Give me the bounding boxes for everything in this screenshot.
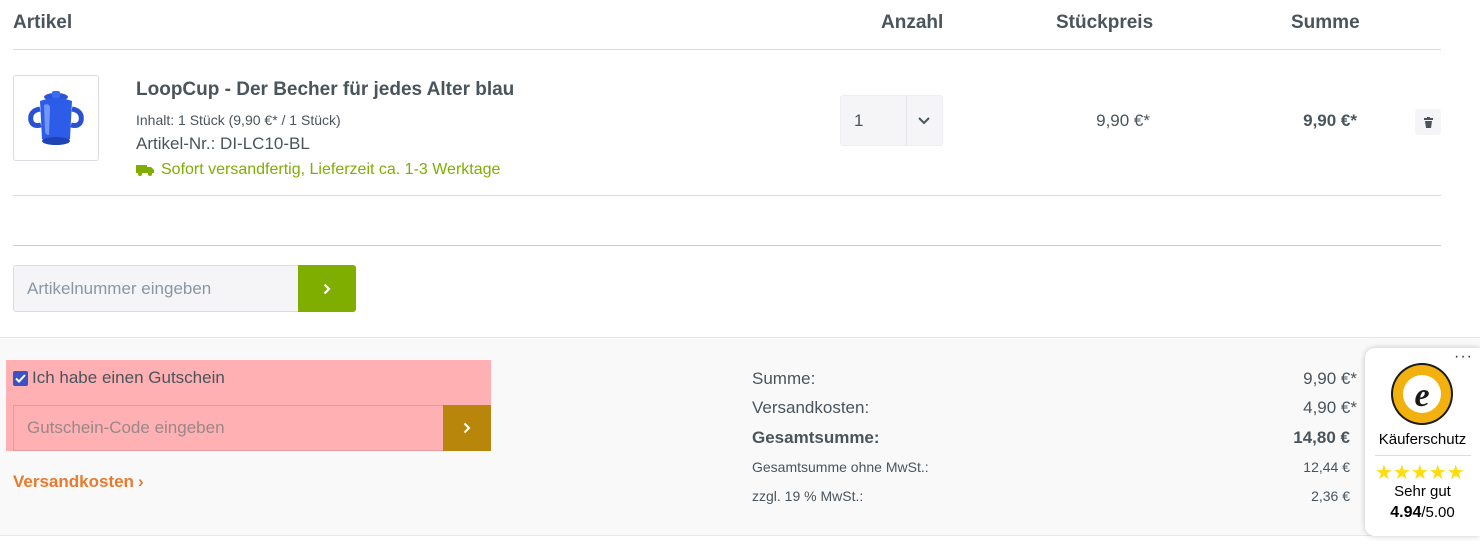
column-header-unit-price: Stückpreis (1056, 12, 1154, 33)
chevron-down-icon (905, 96, 942, 145)
more-menu-icon[interactable]: ··· (1454, 348, 1473, 366)
remove-item-button[interactable] (1415, 109, 1441, 135)
chevron-right-icon (463, 422, 471, 434)
add-article-button[interactable] (298, 265, 356, 312)
product-title-link[interactable]: LoopCup - Der Becher für jedes Alter bla… (136, 79, 514, 101)
summary-shipping-value: 4,90 €* (1303, 398, 1357, 417)
column-header-sum: Summe (1291, 12, 1360, 33)
chevron-right-icon: › (137, 472, 144, 491)
rating-score-max: /5.00 (1421, 504, 1455, 521)
voucher-checkbox-label: Ich habe einen Gutschein (32, 368, 225, 387)
delivery-status-text: Sofort versandfertig, Lieferzeit ca. 1-3… (161, 161, 501, 178)
redeem-voucher-button[interactable] (443, 405, 491, 451)
summary-shipping-label: Versandkosten: (752, 398, 870, 417)
summary-sum-value: 9,90 €* (1303, 369, 1357, 388)
summary-total-value: 14,80 € (1293, 428, 1350, 447)
column-header-article: Artikel (13, 12, 73, 33)
rating-stars: ★★★★★ (1375, 462, 1465, 484)
blue-cup-image (28, 91, 84, 145)
buyer-protection-label: Käuferschutz (1378, 431, 1467, 448)
summary-total-label: Gesamtsumme: (752, 428, 880, 447)
quantity-select[interactable]: 1 (840, 95, 943, 146)
article-number-input[interactable] (13, 265, 299, 312)
column-header-quantity: Anzahl (881, 12, 944, 33)
badge-divider (1375, 455, 1471, 456)
trusted-shops-badge[interactable]: ··· e Käuferschutz ★★★★★ Sehr gut 4.94/5… (1365, 348, 1480, 536)
checkbox-checked-icon[interactable] (13, 370, 28, 386)
header-divider (13, 49, 1441, 50)
summary-net-label: Gesamtsumme ohne MwSt.: (752, 459, 929, 475)
product-article-number: Artikel-Nr.: DI-LC10-BL (136, 134, 310, 153)
item-unit-price: 9,90 €* (1096, 111, 1150, 130)
summary-net-value: 12,44 € (1303, 459, 1350, 475)
product-thumbnail[interactable] (13, 75, 99, 161)
product-content-info: Inhalt: 1 Stück (9,90 €* / 1 Stück) (136, 112, 341, 128)
rating-grade: Sehr gut (1394, 483, 1451, 500)
shipping-costs-link[interactable]: Versandkosten › (13, 472, 144, 492)
svg-text:e: e (1414, 377, 1429, 414)
summary-vat-label: zzgl. 19 % MwSt.: (752, 488, 864, 504)
rating-score: 4.94/5.00 (1365, 504, 1480, 522)
summary-sum-label: Summe: (752, 369, 816, 388)
voucher-code-input[interactable] (13, 405, 444, 451)
chevron-right-icon (323, 283, 331, 294)
item-total-price: 9,90 €* (1303, 111, 1357, 130)
quantity-value: 1 (854, 110, 864, 130)
rating-score-value: 4.94 (1390, 504, 1422, 521)
trusted-shops-seal: e (1391, 363, 1453, 425)
item-divider (13, 195, 1441, 196)
shipping-costs-label: Versandkosten (13, 472, 134, 491)
delivery-status: Sofort versandfertig, Lieferzeit ca. 1-3… (136, 161, 500, 179)
cart-divider (13, 245, 1441, 246)
voucher-checkbox[interactable]: Ich habe einen Gutschein (13, 368, 225, 388)
truck-icon (136, 165, 154, 176)
trash-icon (1423, 116, 1433, 128)
summary-vat-value: 2,36 € (1311, 488, 1350, 504)
